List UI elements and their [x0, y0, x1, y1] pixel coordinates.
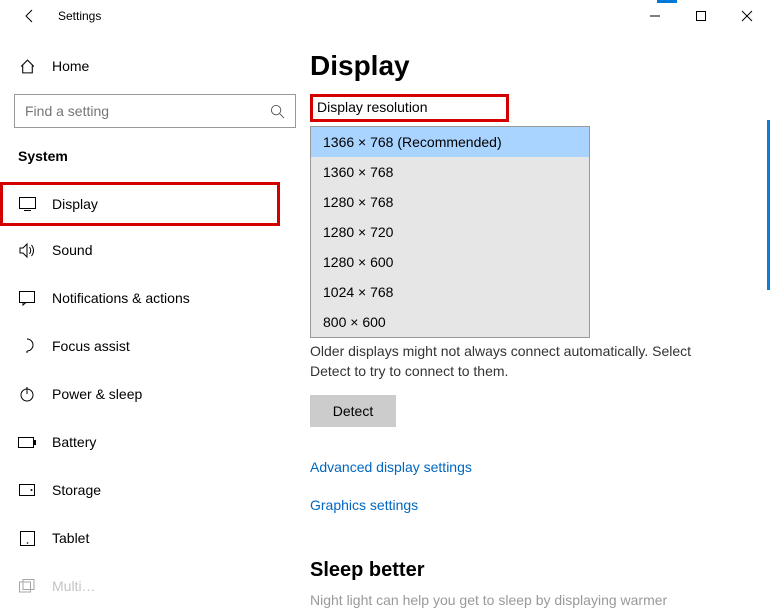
maximize-button[interactable]	[678, 0, 724, 32]
resolution-dropdown[interactable]: 1366 × 768 (Recommended) 1360 × 768 1280…	[310, 126, 590, 338]
main-content: Display Display resolution 1366 × 768 (R…	[310, 32, 770, 609]
graphics-settings-link[interactable]: Graphics settings	[310, 497, 740, 513]
sidebar-item-sound[interactable]: Sound	[0, 226, 310, 274]
sidebar-item-notifications[interactable]: Notifications & actions	[0, 274, 310, 322]
page-title: Display	[310, 50, 740, 82]
resolution-option[interactable]: 1360 × 768	[311, 157, 589, 187]
sidebar-home[interactable]: Home	[0, 44, 310, 88]
minimize-icon	[650, 11, 660, 21]
window-title: Settings	[58, 9, 101, 23]
minimize-button[interactable]	[632, 0, 678, 32]
home-icon	[18, 57, 36, 75]
sidebar-item-focus-assist[interactable]: Focus assist	[0, 322, 310, 370]
notifications-icon	[18, 289, 36, 307]
sidebar-item-label: Tablet	[52, 530, 89, 546]
sidebar-home-label: Home	[52, 58, 89, 74]
detect-description: Older displays might not always connect …	[310, 342, 710, 381]
sidebar-item-label: Focus assist	[52, 338, 130, 354]
sidebar-item-label: Sound	[52, 242, 92, 258]
display-icon	[18, 195, 36, 213]
sidebar-item-label: Multi…	[52, 578, 96, 594]
search-input-wrap[interactable]	[14, 94, 296, 128]
resolution-option[interactable]: 1280 × 720	[311, 217, 589, 247]
sidebar-item-label: Notifications & actions	[52, 290, 190, 306]
focus-assist-icon	[18, 337, 36, 355]
tablet-icon	[18, 529, 36, 547]
sidebar-item-multi[interactable]: Multi…	[0, 562, 310, 610]
battery-icon	[18, 433, 36, 451]
resolution-option[interactable]: 1280 × 600	[311, 247, 589, 277]
detect-button[interactable]: Detect	[310, 395, 396, 427]
close-icon	[742, 11, 752, 21]
sidebar-item-display[interactable]: Display	[0, 182, 280, 226]
power-icon	[18, 385, 36, 403]
resolution-option[interactable]: 1366 × 768 (Recommended)	[311, 127, 589, 157]
arrow-left-icon	[22, 8, 38, 24]
storage-icon	[18, 481, 36, 499]
sidebar-item-label: Battery	[52, 434, 96, 450]
resolution-option[interactable]: 800 × 600	[311, 307, 589, 337]
multi-icon	[18, 577, 36, 595]
sidebar-item-storage[interactable]: Storage	[0, 466, 310, 514]
display-resolution-label: Display resolution	[313, 97, 506, 119]
search-input[interactable]	[25, 103, 270, 119]
sidebar-item-label: Storage	[52, 482, 101, 498]
maximize-icon	[696, 11, 706, 21]
back-button[interactable]	[16, 0, 44, 32]
sidebar: Home System Display Sound Notifications …	[0, 32, 310, 609]
sidebar-item-power-sleep[interactable]: Power & sleep	[0, 370, 310, 418]
sidebar-section-head: System	[0, 138, 310, 182]
resolution-option[interactable]: 1024 × 768	[311, 277, 589, 307]
sleep-better-body: Night light can help you get to sleep by…	[310, 592, 740, 608]
sleep-better-title: Sleep better	[310, 559, 740, 582]
resolution-option[interactable]: 1280 × 768	[311, 187, 589, 217]
sidebar-item-battery[interactable]: Battery	[0, 418, 310, 466]
advanced-display-link[interactable]: Advanced display settings	[310, 459, 740, 475]
sidebar-item-label: Power & sleep	[52, 386, 142, 402]
sidebar-item-label: Display	[52, 196, 98, 212]
sound-icon	[18, 241, 36, 259]
subhead-highlight: Display resolution	[310, 94, 509, 122]
close-button[interactable]	[724, 0, 770, 32]
search-icon	[270, 104, 285, 119]
sidebar-item-tablet[interactable]: Tablet	[0, 514, 310, 562]
